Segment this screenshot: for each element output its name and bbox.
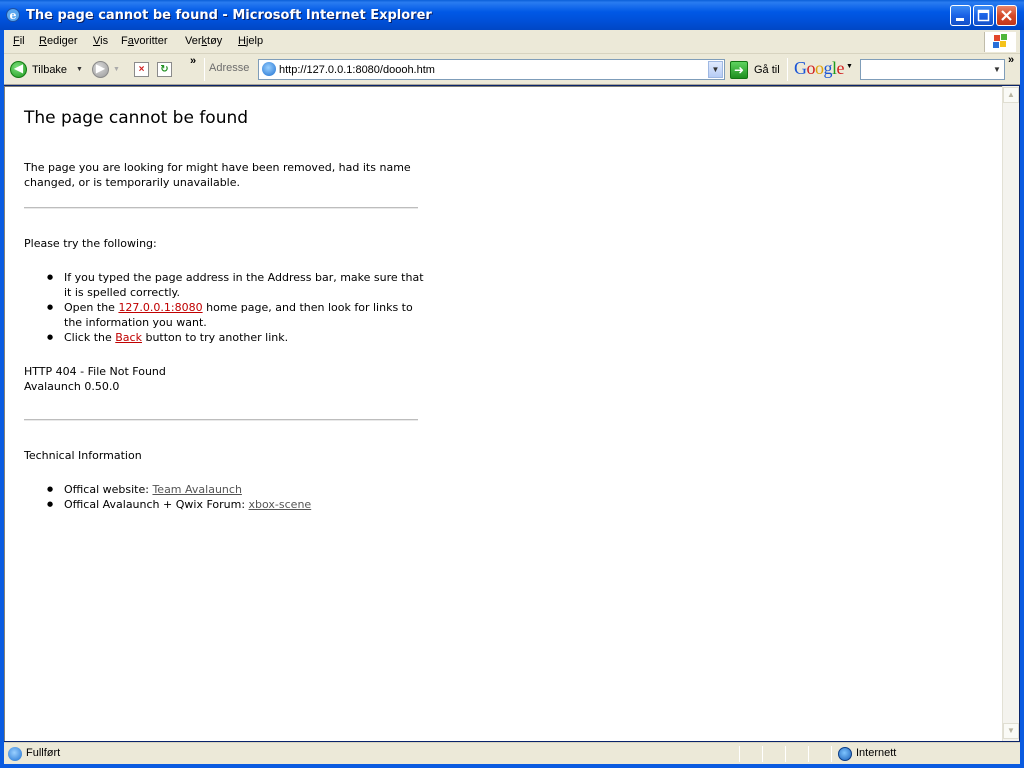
home-page-link[interactable]: 127.0.0.1:8080 — [118, 301, 202, 314]
scroll-down-icon[interactable]: ▼ — [1003, 723, 1019, 739]
tip-text: button to try another link. — [141, 331, 289, 344]
address-dropdown-icon[interactable]: ▼ — [708, 61, 723, 78]
vertical-scrollbar[interactable]: ▲ ▼ — [1002, 86, 1019, 741]
menu-verktoy[interactable]: Verktøy — [185, 35, 222, 47]
menu-bar: Fil Rediger Vis Favoritter Verktøy Hjelp — [4, 30, 1020, 54]
list-item: Offical Avalaunch + Qwix Forum: xbox-sce… — [24, 497, 444, 512]
back-arrow-icon: ◀ — [10, 61, 27, 78]
menu-vis[interactable]: Vis — [93, 35, 108, 47]
toolbar-overflow-chevron[interactable]: » — [190, 55, 196, 67]
chevron-down-icon: ▼ — [76, 66, 83, 73]
suggestion-list: If you typed the page address in the Add… — [24, 270, 424, 345]
page-icon — [262, 62, 276, 76]
status-text: Fullført — [26, 747, 61, 759]
back-link[interactable]: Back — [115, 331, 142, 344]
svg-text:e: e — [10, 9, 17, 22]
forward-button[interactable]: ▶ ▼ — [92, 58, 120, 81]
internet-explorer-icon: e — [6, 8, 20, 22]
windows-flag-icon — [993, 34, 1007, 48]
status-separator — [785, 746, 786, 762]
tech-label: Offical website: — [64, 483, 153, 496]
forum-link[interactable]: xbox-scene — [249, 498, 312, 511]
maximize-icon — [977, 9, 990, 22]
status-separator — [831, 746, 832, 762]
list-item: If you typed the page address in the Add… — [24, 270, 424, 300]
tip-text: Click the — [64, 331, 116, 344]
tech-info-list: Offical website: Team Avalaunch Offical … — [24, 482, 444, 512]
stop-icon: × — [134, 62, 149, 77]
toolbar-separator — [204, 58, 205, 81]
back-label: Tilbake — [32, 63, 68, 76]
error-code: HTTP 404 - File Not Found — [24, 365, 166, 378]
google-search-input[interactable] — [863, 61, 988, 78]
google-logo[interactable]: Google — [794, 58, 844, 79]
forward-arrow-icon: ▶ — [92, 61, 109, 78]
page-viewport: The page cannot be found The page you ar… — [4, 86, 1002, 741]
internet-zone-globe-icon — [838, 747, 852, 761]
intro-text: The page you are looking for might have … — [24, 161, 411, 189]
website-link[interactable]: Team Avalaunch — [152, 483, 241, 496]
toolbar: ◀ Tilbake ▼ ▶ ▼ × ↻ » Adresse ▼ ➜ Gå til… — [4, 54, 1020, 85]
menu-hjelp[interactable]: Hjelp — [238, 35, 263, 47]
divider — [24, 207, 418, 209]
menu-fil[interactable]: Fil — [13, 35, 25, 47]
page-heading: The page cannot be found — [24, 108, 249, 128]
maximize-button[interactable] — [973, 5, 994, 26]
security-zone-label: Internett — [856, 747, 897, 759]
minimize-button[interactable] — [950, 5, 971, 26]
list-item: Open the 127.0.0.1:8080 home page, and t… — [24, 300, 424, 330]
status-separator — [762, 746, 763, 762]
browser-window: e The page cannot be found - Microsoft I… — [0, 0, 1024, 768]
menu-favoritter[interactable]: Favoritter — [121, 35, 167, 47]
windows-logo — [984, 32, 1016, 52]
tech-heading: Technical Information — [24, 449, 142, 462]
chevron-down-icon: ▼ — [113, 66, 120, 73]
google-search-box[interactable]: ▼ — [860, 59, 1005, 80]
list-item: Offical website: Team Avalaunch — [24, 482, 444, 497]
tech-label: Offical Avalaunch + Qwix Forum: — [64, 498, 249, 511]
refresh-icon: ↻ — [157, 62, 172, 77]
divider — [24, 419, 418, 421]
address-input[interactable] — [279, 61, 699, 78]
window-frame-right — [1020, 30, 1024, 768]
close-button[interactable] — [996, 5, 1017, 26]
scroll-up-icon[interactable]: ▲ — [1003, 87, 1019, 103]
server-name: Avalaunch 0.50.0 — [24, 380, 120, 393]
window-frame-bottom — [0, 764, 1024, 768]
back-history-dropdown[interactable]: ▼ — [72, 58, 83, 81]
go-button[interactable]: ➜ Gå til — [730, 59, 780, 80]
address-bar[interactable]: ▼ — [258, 59, 725, 80]
address-label: Adresse — [209, 62, 250, 74]
go-label: Gå til — [754, 63, 780, 76]
tip-text: If you typed the page address in the Add… — [64, 271, 424, 299]
google-toolbar-overflow-chevron[interactable]: » — [1008, 54, 1014, 66]
window-title: The page cannot be found - Microsoft Int… — [26, 8, 432, 23]
tip-text: Open the — [64, 301, 119, 314]
refresh-button[interactable]: ↻ — [157, 58, 172, 81]
try-heading: Please try the following: — [24, 237, 157, 250]
status-bar: Fullført Internett — [4, 742, 1020, 764]
google-search-dropdown-icon[interactable]: ▼ — [991, 61, 1003, 78]
status-separator — [808, 746, 809, 762]
minimize-icon — [956, 18, 964, 21]
page-done-icon — [8, 747, 22, 761]
status-separator — [739, 746, 740, 762]
back-button[interactable]: ◀ Tilbake — [10, 58, 67, 81]
title-bar[interactable]: e The page cannot be found - Microsoft I… — [0, 0, 1024, 30]
stop-button[interactable]: × — [134, 58, 149, 81]
go-arrow-icon: ➜ — [730, 60, 748, 79]
google-menu-dropdown-icon[interactable]: ▼ — [846, 63, 853, 70]
toolbar-separator — [787, 58, 788, 81]
list-item: Click the Back button to try another lin… — [24, 330, 424, 345]
close-icon — [1001, 10, 1012, 21]
menu-rediger[interactable]: Rediger — [39, 35, 78, 47]
